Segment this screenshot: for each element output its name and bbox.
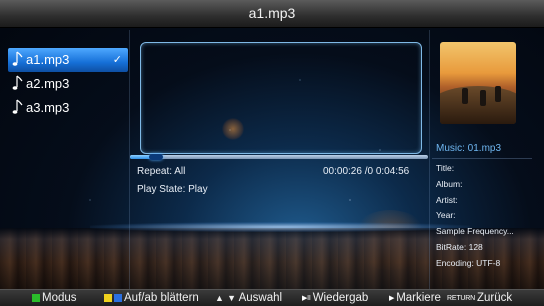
album-art [440, 42, 516, 124]
playlist-item-label: a3.mp3 [26, 100, 70, 115]
hint-play[interactable]: ▶II Wiedergab [302, 290, 368, 306]
meta-bitrate: BitRate: 128 [436, 241, 483, 252]
play-pause-icon: ▶II [302, 295, 311, 302]
music-note-icon [12, 99, 23, 114]
meta-title: Title: [436, 163, 455, 173]
green-key-icon [32, 294, 40, 302]
meta-year: Year: [436, 210, 456, 221]
file-title: a1.mp3 [248, 5, 296, 21]
playlist-item[interactable]: a3.mp3 [8, 96, 128, 120]
hint-mark[interactable]: ▶ Markiere [389, 290, 441, 306]
background-horizon [90, 222, 470, 232]
visualizer-frame [140, 42, 422, 154]
album-art-hill [440, 86, 516, 124]
track-metadata: Title: Album: Artist: Year: Sample Frequ… [436, 161, 514, 272]
title-bar: a1.mp3 [0, 0, 544, 28]
repeat-status: Repeat: All [137, 166, 186, 177]
meta-encoding: Encoding: UTF-8 [436, 257, 501, 268]
hint-back[interactable]: RETURN Zurück [447, 290, 512, 306]
hint-select[interactable]: ▲ ▼ Auswahl [215, 290, 282, 306]
album-art-figure [462, 88, 468, 104]
up-arrow-icon: ▲ [215, 293, 224, 303]
divider [429, 30, 430, 289]
meta-artist: Artist: [436, 194, 458, 205]
album-art-figure [495, 86, 501, 102]
yellow-key-icon [104, 294, 112, 302]
hint-modus-label: Modus [42, 292, 77, 304]
playlist-item-label: a2.mp3 [26, 76, 70, 91]
playlist: a1.mp3 ✓ a2.mp3 a3.mp3 [8, 48, 128, 120]
check-icon: ✓ [112, 54, 122, 66]
hint-mark-label: Markiere [396, 292, 441, 304]
progress-knob[interactable] [149, 154, 164, 160]
progress-bar[interactable] [130, 154, 428, 160]
hint-modus[interactable]: Modus [32, 290, 77, 306]
divider [432, 158, 532, 159]
play-state: Play State: Play [137, 184, 208, 195]
time-display: 00:00:26 /0 0:04:56 [323, 166, 410, 177]
hint-back-label: Zurück [476, 292, 513, 304]
return-key-icon: RETURN [447, 295, 475, 302]
music-title: Music: 01.mp3 [436, 143, 502, 154]
meta-sample-frequency: Sample Frequency... [436, 226, 514, 237]
music-note-icon [12, 51, 23, 66]
music-note-icon [12, 75, 23, 90]
meta-album: Album: [436, 178, 463, 189]
playlist-item[interactable]: a2.mp3 [8, 72, 128, 96]
hint-page[interactable]: Auf/ab blättern [104, 290, 199, 306]
playlist-item[interactable]: a1.mp3 ✓ [8, 48, 128, 72]
hint-select-label: Auswahl [238, 292, 283, 304]
down-arrow-icon: ▼ [227, 293, 237, 303]
play-icon: ▶ [389, 295, 395, 302]
hint-page-label: Auf/ab blättern [124, 292, 199, 304]
hint-play-label: Wiedergab [312, 292, 369, 304]
media-player-screen: a1.mp3 a1.mp3 ✓ a2.mp3 a3.mp3 Repeat: Al… [0, 0, 544, 306]
blue-key-icon [114, 294, 122, 302]
bottom-hint-bar: Modus Auf/ab blättern ▲ ▼ Auswahl ▶II Wie… [0, 289, 544, 306]
playlist-item-label: a1.mp3 [26, 52, 70, 67]
album-art-figure [480, 90, 486, 106]
divider [129, 30, 130, 289]
